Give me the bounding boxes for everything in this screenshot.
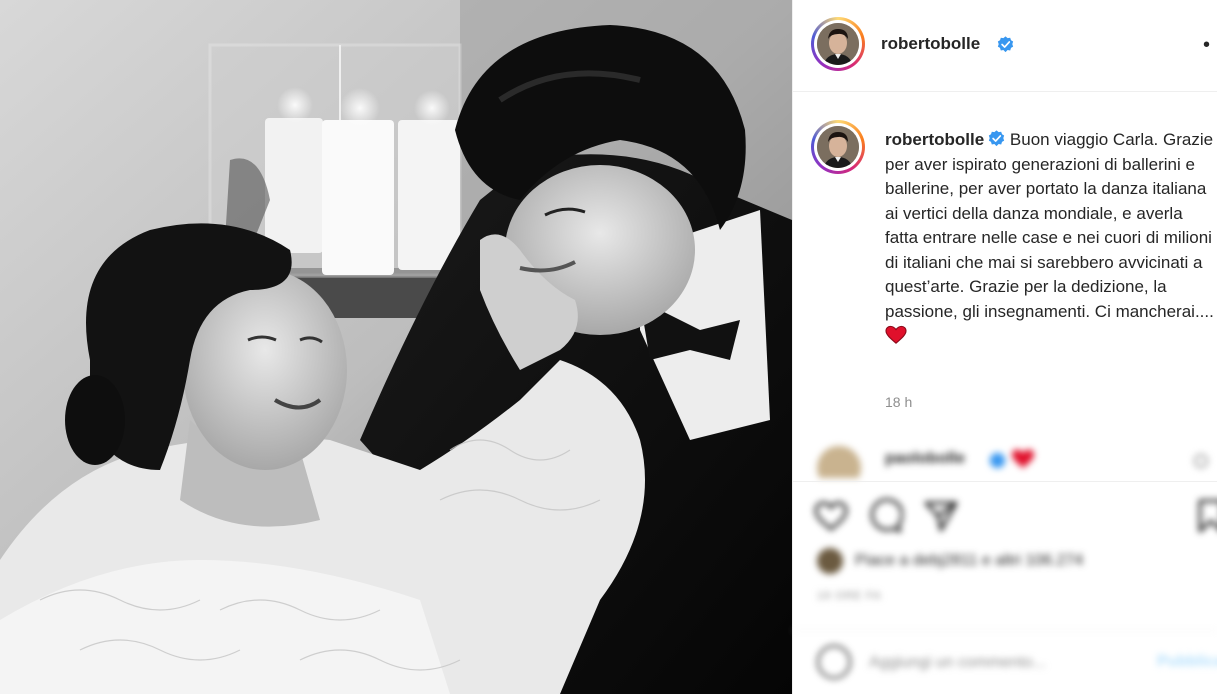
comment-like-icon[interactable] — [1194, 454, 1208, 468]
heart-outline-icon[interactable] — [813, 498, 849, 534]
verified-badge-icon — [989, 130, 1005, 147]
caption-avatar[interactable] — [811, 120, 865, 174]
add-comment-bar: Pubblica — [793, 630, 1217, 694]
post-header: robertobolle • — [793, 0, 1217, 92]
comment-bubble-icon[interactable] — [867, 498, 903, 534]
actions-blurred-area: Piace a debj2811 e altri 106.274 18 ORE … — [793, 482, 1217, 622]
red-heart-emoji-icon — [885, 325, 907, 344]
post-side-panel: robertobolle • robertobolle Buon viaggio… — [792, 0, 1217, 694]
caption-text: Buon viaggio Carla. Grazie per aver ispi… — [885, 130, 1214, 321]
likes-count-text[interactable]: Piace a debj2811 e altri 106.274 — [855, 552, 1083, 570]
verified-badge-icon — [989, 452, 1006, 469]
header-username[interactable]: robertobolle — [881, 34, 980, 54]
profile-avatar[interactable] — [811, 17, 865, 71]
verified-badge-icon — [997, 36, 1014, 53]
comment-username[interactable]: paolobolle — [885, 450, 965, 468]
publish-button[interactable]: Pubblica — [1157, 653, 1217, 671]
caption-username[interactable]: robertobolle — [885, 130, 984, 149]
post-photo[interactable] — [0, 0, 792, 694]
comment-input[interactable] — [869, 649, 1139, 677]
comment-avatar[interactable] — [817, 446, 861, 478]
likes-row: Piace a debj2811 e altri 106.274 — [817, 548, 1217, 578]
comment-row: paolobolle — [793, 442, 1217, 478]
post-time-ago[interactable]: 18 h — [885, 394, 912, 410]
more-options-icon[interactable]: • — [1203, 35, 1212, 55]
post-actions: Piace a debj2811 e altri 106.274 18 ORE … — [793, 481, 1217, 694]
caption-text-block: robertobolle Buon viaggio Carla. Grazie … — [885, 128, 1215, 349]
liker-avatar[interactable] — [817, 548, 843, 574]
paper-plane-icon[interactable] — [923, 498, 959, 534]
red-heart-emoji-icon — [1012, 449, 1034, 468]
bookmark-icon[interactable] — [1193, 498, 1217, 534]
post-date: 18 ORE FA — [817, 590, 882, 602]
smiley-icon[interactable] — [817, 645, 851, 679]
